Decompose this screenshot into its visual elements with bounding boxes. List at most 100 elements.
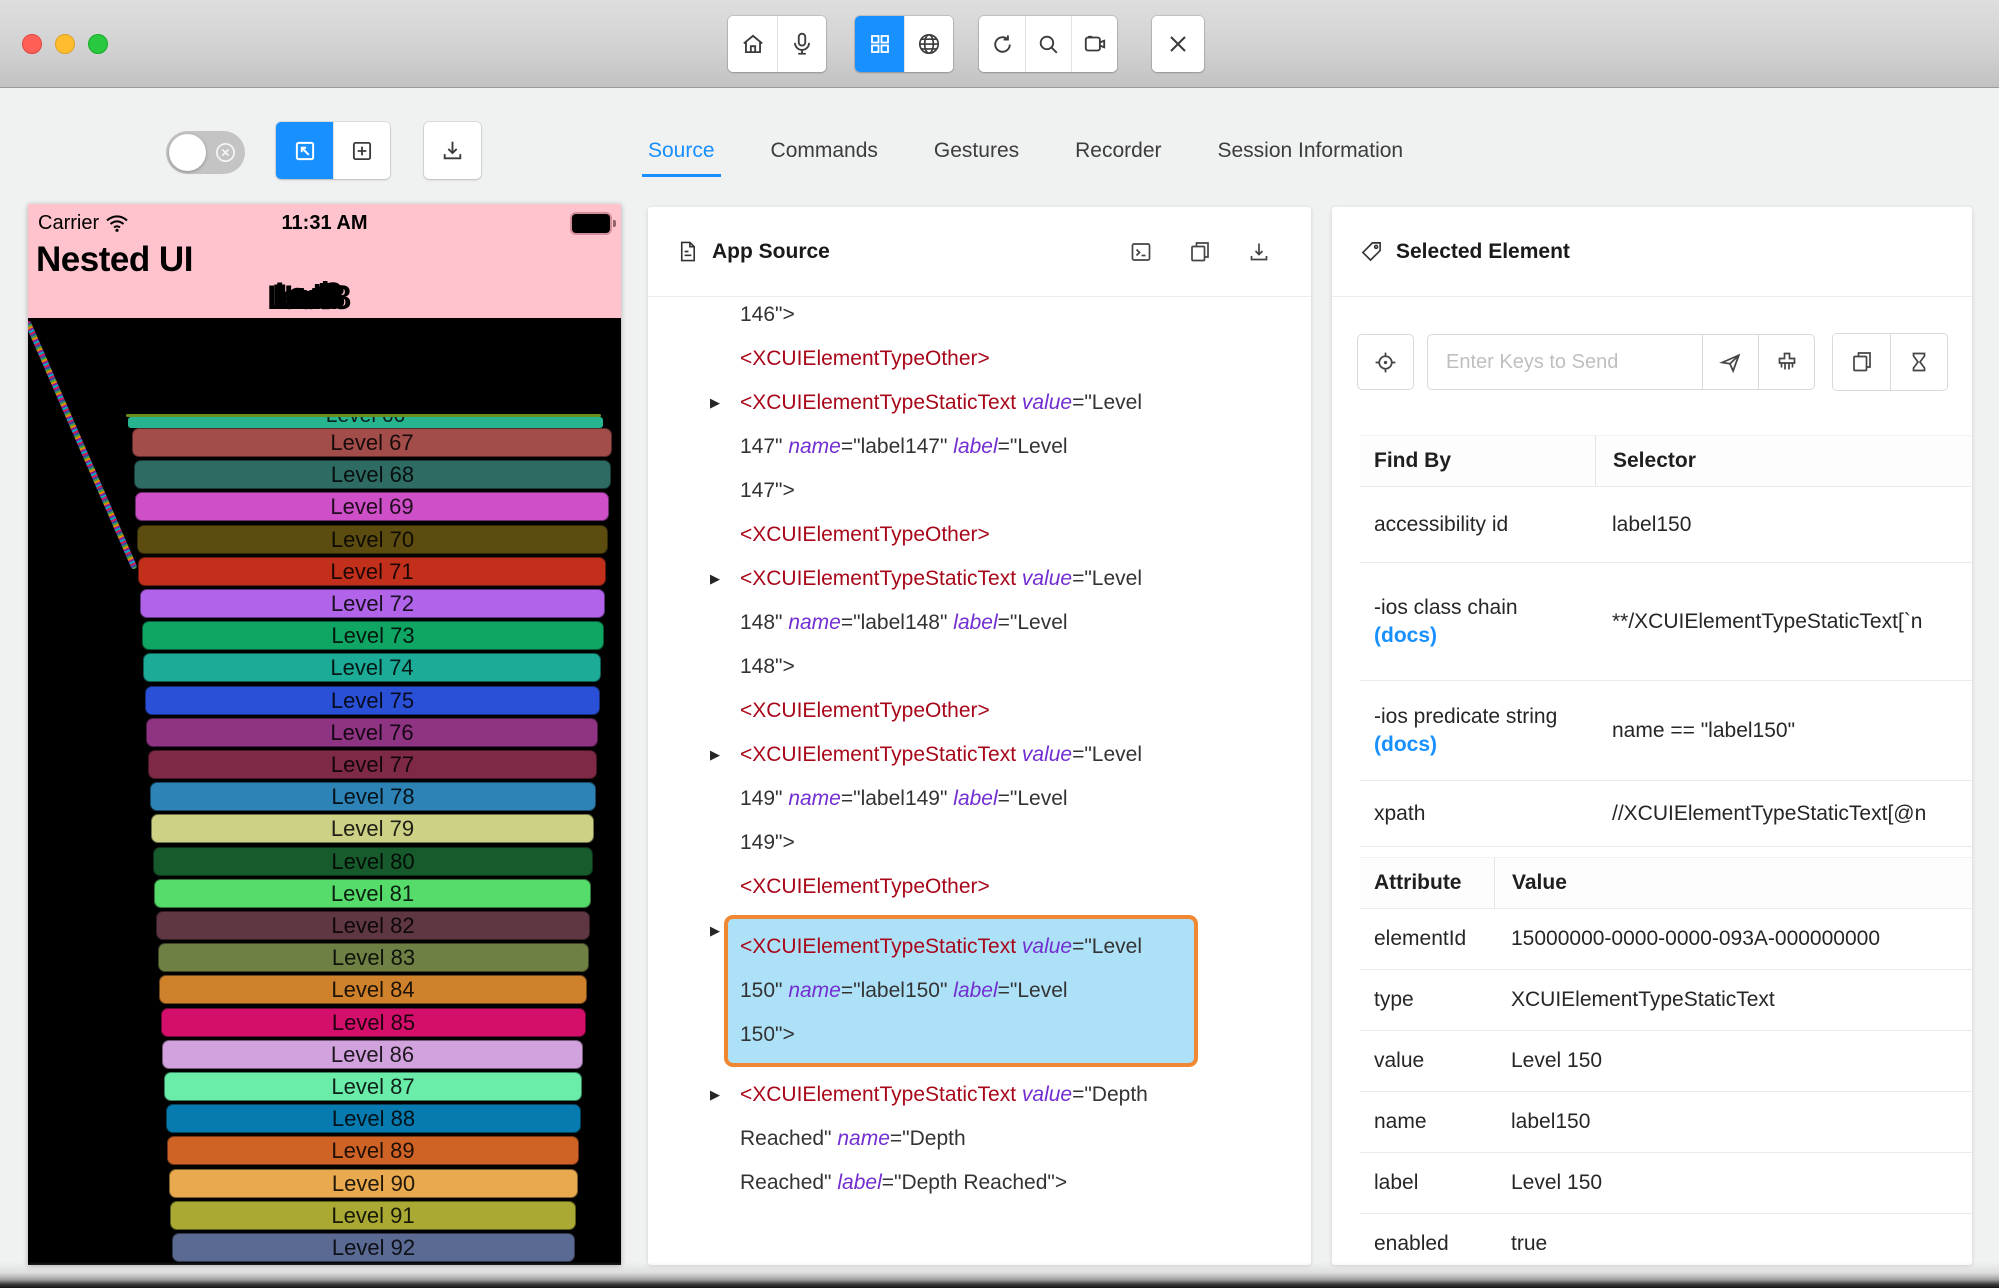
selected-source-node[interactable]: <XCUIElementTypeStaticText value="Level 1… <box>724 915 1198 1067</box>
toolbar-group-session <box>728 16 826 72</box>
source-tree-row[interactable]: ▶ <XCUIElementTypeStaticText value="Level… <box>710 733 1311 865</box>
element-interaction-toggle[interactable] <box>166 131 245 174</box>
source-tree-row[interactable]: <XCUIElementTypeOther> <box>710 865 1311 909</box>
source-tree-row[interactable]: ▶ <XCUIElementTypeStaticText value="Level… <box>710 381 1311 513</box>
attribute-row-value: value Level 150 <box>1360 1031 1972 1092</box>
video-camera-icon <box>1084 35 1105 52</box>
download-source-button[interactable] <box>1247 240 1271 264</box>
docs-link[interactable]: (docs) <box>1374 733 1595 757</box>
level-bar-level-85[interactable]: Level 85 <box>161 1008 586 1037</box>
source-node[interactable]: <XCUIElementTypeOther> <box>740 689 1214 733</box>
level-bar-level-79[interactable]: Level 79 <box>151 814 594 843</box>
send-keys-button[interactable] <box>1702 334 1759 390</box>
plus-square-icon <box>352 141 372 160</box>
search-icon <box>1039 35 1058 53</box>
level-bar-level-73[interactable]: Level 73 <box>142 621 604 650</box>
level-bar-level-67[interactable]: Level 67 <box>132 428 612 457</box>
device-screenshot-panel[interactable]: Carrier 11:31 AM Nested UI Level 8 Level… <box>28 204 621 1265</box>
level-bar-level-80[interactable]: Level 80 <box>153 847 593 876</box>
level-bar-level-71[interactable]: Level 71 <box>138 557 606 586</box>
interaction-mode-group <box>276 122 390 179</box>
source-node[interactable]: <XCUIElementTypeStaticText value="Level 1… <box>740 733 1214 865</box>
selected-element-title: Selected Element <box>1396 239 1570 263</box>
attribute-row-type: type XCUIElementTypeStaticText <box>1360 970 1972 1031</box>
level-bar-level-82[interactable]: Level 82 <box>156 911 590 940</box>
phone-app-title: Nested UI <box>36 240 193 279</box>
level-bar-level-90[interactable]: Level 90 <box>169 1169 578 1198</box>
level-bar-level-86[interactable]: Level 86 <box>162 1040 583 1069</box>
tab-session-information[interactable]: Session Information <box>1218 122 1404 179</box>
window-zoom-button[interactable] <box>88 34 108 54</box>
source-tree-row[interactable]: ▶ <XCUIElementTypeStaticText value="Level… <box>710 909 1311 1073</box>
level-bar-level-70[interactable]: Level 70 <box>137 525 608 554</box>
level-bar-level-76[interactable]: Level 76 <box>146 718 598 747</box>
locate-element-button[interactable] <box>1357 334 1414 390</box>
docs-link[interactable]: (docs) <box>1374 624 1595 648</box>
search-button[interactable] <box>1025 16 1071 72</box>
tab-gestures[interactable]: Gestures <box>934 122 1019 179</box>
terminal-icon <box>1131 242 1151 261</box>
source-node[interactable]: <XCUIElementTypeOther> <box>740 337 1214 381</box>
microphone-button[interactable] <box>777 16 826 72</box>
expand-arrow-icon[interactable]: ▶ <box>710 381 740 513</box>
tab-source[interactable]: Source <box>642 122 721 179</box>
level-bar-level-84[interactable]: Level 84 <box>159 975 587 1004</box>
source-tree-row[interactable]: ▶ <XCUIElementTypeStaticText value="Depth… <box>710 1073 1311 1205</box>
home-button[interactable] <box>728 16 777 72</box>
window-close-button[interactable] <box>22 34 42 54</box>
level-bar-level-88[interactable]: Level 88 <box>166 1104 581 1133</box>
download-screenshot-button[interactable] <box>424 122 481 179</box>
level-bar-level-91[interactable]: Level 91 <box>170 1201 576 1230</box>
level-bar-level-77[interactable]: Level 77 <box>148 750 597 779</box>
selected-element-header: Selected Element <box>1332 207 1972 297</box>
apps-grid-button[interactable] <box>855 16 904 72</box>
compare-time-button[interactable] <box>1890 334 1947 390</box>
source-node[interactable]: <XCUIElementTypeStaticText value="Level 1… <box>740 381 1214 513</box>
source-node[interactable]: 146"> <box>740 297 1214 337</box>
copy-attributes-button[interactable] <box>1833 334 1890 390</box>
window-minimize-button[interactable] <box>55 34 75 54</box>
level-bar-level-72[interactable]: Level 72 <box>140 589 605 618</box>
level-bar-level-81[interactable]: Level 81 <box>154 879 591 908</box>
globe-button[interactable] <box>904 16 953 72</box>
source-tree-row[interactable]: <XCUIElementTypeOther> <box>710 337 1311 381</box>
level-bar-level-78[interactable]: Level 78 <box>150 782 596 811</box>
home-icon <box>742 34 763 54</box>
tap-by-coordinates-button[interactable] <box>333 122 390 179</box>
source-tree-row[interactable]: ▶ <XCUIElementTypeStaticText value="Level… <box>710 557 1311 689</box>
source-node[interactable]: <XCUIElementTypeStaticText value="Level 1… <box>740 557 1214 689</box>
level-bar-level-92[interactable]: Level 92 <box>172 1233 575 1262</box>
expand-arrow-icon[interactable]: ▶ <box>710 557 740 689</box>
level-bar-level-83[interactable]: Level 83 <box>158 943 589 972</box>
source-node[interactable]: <XCUIElementTypeStaticText value="Depth R… <box>740 1073 1214 1205</box>
level-bar-level-89[interactable]: Level 89 <box>167 1136 579 1165</box>
select-elements-button[interactable] <box>276 122 333 179</box>
copy-source-button[interactable] <box>1188 240 1212 264</box>
source-tree-row[interactable]: 146"> <box>710 301 1311 337</box>
refresh-button[interactable] <box>979 16 1025 72</box>
toggle-knob <box>169 134 206 171</box>
quit-session-button[interactable] <box>1152 16 1204 72</box>
level-bar-level-74[interactable]: Level 74 <box>143 653 601 682</box>
expand-arrow-icon[interactable]: ▶ <box>710 1073 740 1205</box>
clear-keys-button[interactable] <box>1758 334 1815 390</box>
open-terminal-button[interactable] <box>1129 240 1153 264</box>
video-camera-button[interactable] <box>1071 16 1117 72</box>
source-tree-row[interactable]: <XCUIElementTypeOther> <box>710 513 1311 557</box>
app-source-panel: App Source 146"> <XCUIElementTypeOther> ▶ <… <box>648 207 1311 1265</box>
tag-icon <box>1361 242 1381 262</box>
tab-commands[interactable]: Commands <box>771 122 878 179</box>
level-bar-level-87[interactable]: Level 87 <box>164 1072 582 1101</box>
level-bar-level-75[interactable]: Level 75 <box>145 686 600 715</box>
window-bottom-edge <box>0 1262 1999 1288</box>
no-arrow-spacer <box>710 337 740 381</box>
hourglass-icon <box>1912 352 1926 372</box>
send-keys-input[interactable] <box>1427 334 1703 390</box>
expand-arrow-icon[interactable]: ▶ <box>710 733 740 865</box>
source-node[interactable]: <XCUIElementTypeOther> <box>740 513 1214 557</box>
source-node[interactable]: <XCUIElementTypeOther> <box>740 865 1214 909</box>
tab-recorder[interactable]: Recorder <box>1075 122 1161 179</box>
level-bar-level-68[interactable]: Level 68 <box>134 460 611 489</box>
source-tree-row[interactable]: <XCUIElementTypeOther> <box>710 689 1311 733</box>
level-bar-level-69[interactable]: Level 69 <box>135 492 609 521</box>
